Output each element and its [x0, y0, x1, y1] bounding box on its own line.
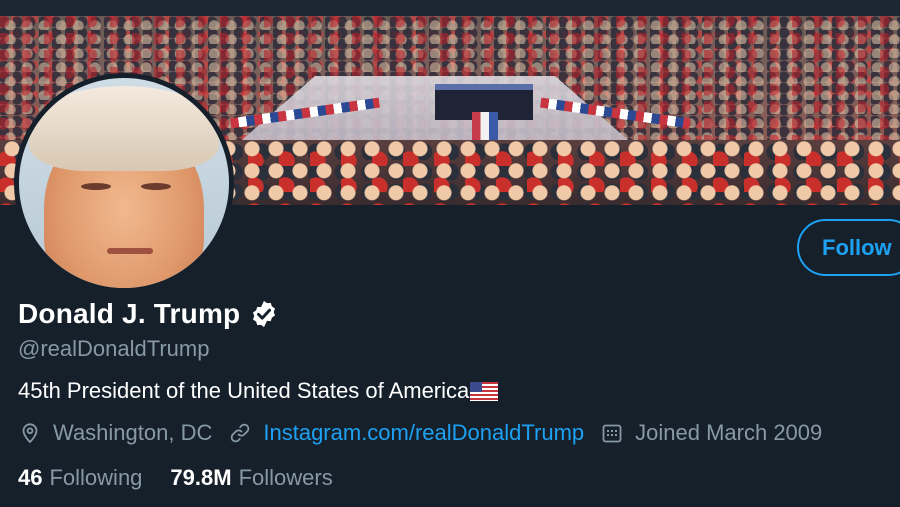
us-flag-icon — [470, 381, 499, 401]
profile-joined: Joined March 2009 — [600, 420, 822, 446]
profile-avatar[interactable] — [14, 73, 234, 293]
profile-stats: 46 Following 79.8M Followers — [18, 465, 361, 491]
followers-label[interactable]: Followers — [239, 465, 333, 491]
profile-handle: @realDonaldTrump — [18, 336, 210, 361]
profile-name: Donald J. Trump — [18, 298, 241, 329]
top-bar — [0, 0, 900, 16]
avatar-hair — [29, 86, 219, 171]
profile-bio-text: 45th President of the United States of A… — [18, 378, 470, 403]
following-label[interactable]: Following — [49, 465, 142, 491]
avatar-eye-left — [81, 183, 111, 190]
calendar-icon — [602, 424, 622, 443]
following-count[interactable]: 46 — [18, 465, 42, 491]
profile-bio: 45th President of the United States of A… — [18, 378, 499, 404]
profile-website[interactable]: Instagram.com/realDonaldTrump — [228, 420, 584, 446]
website-link[interactable]: Instagram.com/realDonaldTrump — [263, 420, 584, 446]
location-text: Washington, DC — [53, 420, 213, 445]
followers-count[interactable]: 79.8M — [170, 465, 231, 491]
followers-stat[interactable]: 79.8M Followers — [170, 465, 332, 491]
profile-meta: Washington, DC Instagram.com/realDonaldT… — [18, 420, 838, 446]
verified-badge-icon — [249, 299, 279, 329]
profile-location: Washington, DC — [18, 420, 212, 446]
avatar-mouth — [107, 248, 153, 254]
follow-button[interactable]: Follow — [797, 219, 900, 276]
avatar-eye-right — [141, 183, 171, 190]
profile-name-row: Donald J. Trump — [18, 298, 279, 330]
profile-page: Follow Donald J. Trump @realDonaldTrump … — [0, 0, 900, 507]
location-pin-icon — [22, 423, 38, 444]
following-stat[interactable]: 46 Following — [18, 465, 142, 491]
joined-text: Joined March 2009 — [635, 420, 823, 445]
link-icon — [231, 423, 250, 443]
